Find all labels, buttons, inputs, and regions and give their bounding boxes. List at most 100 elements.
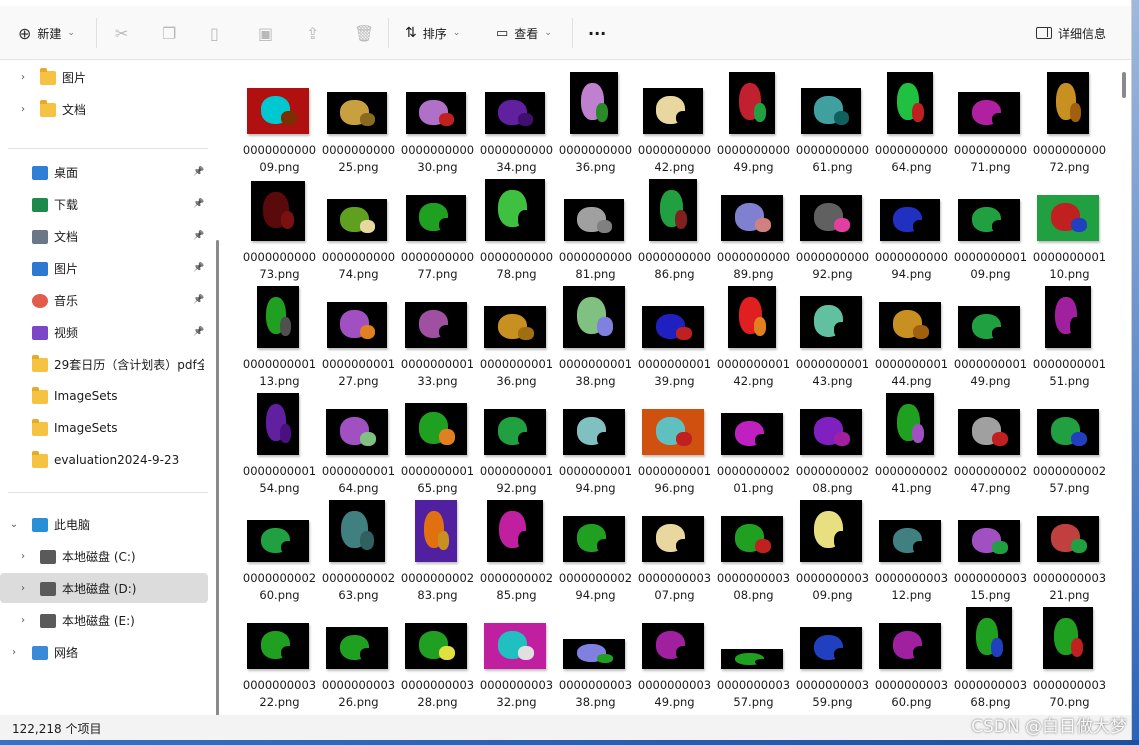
file-tile[interactable]: 000000000061.png xyxy=(793,66,872,174)
file-tile[interactable]: 000000000089.png xyxy=(714,173,793,281)
chevron-right-icon[interactable]: › xyxy=(17,104,29,115)
sidebar-drive[interactable]: › 本地磁盘 (E:) xyxy=(0,605,208,635)
file-tile[interactable]: 000000000247.png xyxy=(951,387,1030,495)
sidebar-drive[interactable]: › 本地磁盘 (C:) xyxy=(0,541,208,571)
more-options-button[interactable]: ··· xyxy=(588,6,606,60)
content-scrollbar[interactable] xyxy=(1122,72,1126,98)
file-tile[interactable]: 000000000030.png xyxy=(398,66,477,174)
file-tile[interactable]: 000000000321.png xyxy=(1030,494,1109,602)
file-tile[interactable]: 000000000194.png xyxy=(556,387,635,495)
file-tile[interactable]: 000000000064.png xyxy=(872,66,951,174)
sidebar-folder[interactable]: 29套日历（含计划表）pdf全 xyxy=(0,349,208,379)
file-tile[interactable]: 000000000285.png xyxy=(477,494,556,602)
file-tile[interactable]: 000000000138.png xyxy=(556,280,635,388)
file-tile[interactable]: 000000000142.png xyxy=(714,280,793,388)
file-tile[interactable]: 000000000149.png xyxy=(951,280,1030,388)
file-tile[interactable]: 000000000357.png xyxy=(714,601,793,709)
file-tile[interactable]: 000000000072.png xyxy=(1030,66,1109,174)
file-tile[interactable]: 000000000349.png xyxy=(635,601,714,709)
cut-button[interactable]: ✂ xyxy=(115,6,128,60)
chevron-right-icon[interactable]: › xyxy=(17,583,29,594)
file-tile[interactable]: 000000000201.png xyxy=(714,387,793,495)
file-tile[interactable]: 000000000192.png xyxy=(477,387,556,495)
file-tile[interactable]: 000000000328.png xyxy=(398,601,477,709)
file-tile[interactable]: 000000000312.png xyxy=(872,494,951,602)
new-button[interactable]: ⊕ 新建 ⌄ xyxy=(18,6,75,60)
file-tile[interactable]: 000000000151.png xyxy=(1030,280,1109,388)
file-tile[interactable]: 000000000283.png xyxy=(398,494,477,602)
file-tile[interactable]: 000000000241.png xyxy=(872,387,951,495)
file-tile[interactable]: 000000000294.png xyxy=(556,494,635,602)
file-tile[interactable]: 000000000074.png xyxy=(319,173,398,281)
file-tile[interactable]: 000000000092.png xyxy=(793,173,872,281)
file-tile[interactable]: 000000000078.png xyxy=(477,173,556,281)
file-tile[interactable]: 000000000370.png xyxy=(1030,601,1109,709)
rename-button[interactable]: ▣ xyxy=(258,6,273,60)
sidebar-pinned-item[interactable]: 下载 📌 xyxy=(0,189,208,219)
delete-button[interactable]: 🗑 xyxy=(354,6,374,60)
file-tile[interactable]: 000000000260.png xyxy=(240,494,319,602)
file-tile[interactable]: 000000000332.png xyxy=(477,601,556,709)
file-tile[interactable]: 000000000136.png xyxy=(477,280,556,388)
share-button[interactable]: ⇪ xyxy=(306,6,319,60)
file-tile[interactable]: 000000000009.png xyxy=(240,66,319,174)
file-tile[interactable]: 000000000036.png xyxy=(556,66,635,174)
file-tile[interactable]: 000000000086.png xyxy=(635,173,714,281)
sidebar-folder[interactable]: evaluation2024-9-23 xyxy=(0,445,208,475)
file-tile[interactable]: 000000000110.png xyxy=(1030,173,1109,281)
sidebar-this-pc[interactable]: ⌄ 此电脑 xyxy=(0,509,208,539)
sidebar-folder[interactable]: › 文档 xyxy=(0,94,208,124)
chevron-right-icon[interactable]: › xyxy=(17,72,29,83)
sidebar-folder[interactable]: › 图片 xyxy=(0,62,208,92)
file-tile[interactable]: 000000000077.png xyxy=(398,173,477,281)
file-tile[interactable]: 000000000257.png xyxy=(1030,387,1109,495)
file-tile[interactable]: 000000000025.png xyxy=(319,66,398,174)
details-pane-button[interactable]: 详细信息 xyxy=(1036,6,1106,60)
file-tile[interactable]: 000000000307.png xyxy=(635,494,714,602)
file-tile[interactable]: 000000000165.png xyxy=(398,387,477,495)
copy-button[interactable]: ❐ xyxy=(162,6,176,60)
file-tile[interactable]: 000000000164.png xyxy=(319,387,398,495)
file-tile[interactable]: 000000000315.png xyxy=(951,494,1030,602)
file-tile[interactable]: 000000000208.png xyxy=(793,387,872,495)
file-tile[interactable]: 000000000263.png xyxy=(319,494,398,602)
paste-button[interactable]: ▯ xyxy=(210,6,219,60)
chevron-right-icon[interactable]: › xyxy=(17,551,29,562)
file-tile[interactable]: 000000000144.png xyxy=(872,280,951,388)
sidebar-pinned-item[interactable]: 桌面 📌 xyxy=(0,157,208,187)
file-tile[interactable]: 000000000368.png xyxy=(951,601,1030,709)
file-tile[interactable]: 000000000042.png xyxy=(635,66,714,174)
chevron-right-icon[interactable]: › xyxy=(8,647,20,658)
file-tile[interactable]: 000000000127.png xyxy=(319,280,398,388)
file-tile[interactable]: 000000000338.png xyxy=(556,601,635,709)
file-tile[interactable]: 000000000071.png xyxy=(951,66,1030,174)
file-tile[interactable]: 000000000322.png xyxy=(240,601,319,709)
chevron-right-icon[interactable]: › xyxy=(17,615,29,626)
file-tile[interactable]: 000000000326.png xyxy=(319,601,398,709)
file-tile[interactable]: 000000000359.png xyxy=(793,601,872,709)
file-tile[interactable]: 000000000139.png xyxy=(635,280,714,388)
sidebar-scrollbar[interactable] xyxy=(216,240,219,740)
file-tile[interactable]: 000000000309.png xyxy=(793,494,872,602)
file-tile[interactable]: 000000000196.png xyxy=(635,387,714,495)
sidebar-network[interactable]: › 网络 xyxy=(0,637,208,667)
sidebar-pinned-item[interactable]: 视频 📌 xyxy=(0,317,208,347)
file-tile[interactable]: 000000000143.png xyxy=(793,280,872,388)
sidebar-pinned-item[interactable]: 文档 📌 xyxy=(0,221,208,251)
sidebar-folder[interactable]: ImageSets xyxy=(0,413,208,443)
chevron-down-icon[interactable]: ⌄ xyxy=(8,519,20,530)
sidebar-pinned-item[interactable]: 图片 📌 xyxy=(0,253,208,283)
file-tile[interactable]: 000000000034.png xyxy=(477,66,556,174)
sidebar-drive[interactable]: › 本地磁盘 (D:) xyxy=(0,573,208,603)
file-tile[interactable]: 000000000073.png xyxy=(240,173,319,281)
sidebar-pinned-item[interactable]: 音乐 📌 xyxy=(0,285,208,315)
file-tile[interactable]: 000000000133.png xyxy=(398,280,477,388)
view-button[interactable]: ▭ 查看 ⌄ xyxy=(496,6,552,60)
file-tile[interactable]: 000000000094.png xyxy=(872,173,951,281)
file-tile[interactable]: 000000000154.png xyxy=(240,387,319,495)
file-tile[interactable]: 000000000081.png xyxy=(556,173,635,281)
sort-button[interactable]: ⇅ 排序 ⌄ xyxy=(405,6,460,60)
file-tile[interactable]: 000000000109.png xyxy=(951,173,1030,281)
file-tile[interactable]: 000000000113.png xyxy=(240,280,319,388)
file-tile[interactable]: 000000000049.png xyxy=(714,66,793,174)
